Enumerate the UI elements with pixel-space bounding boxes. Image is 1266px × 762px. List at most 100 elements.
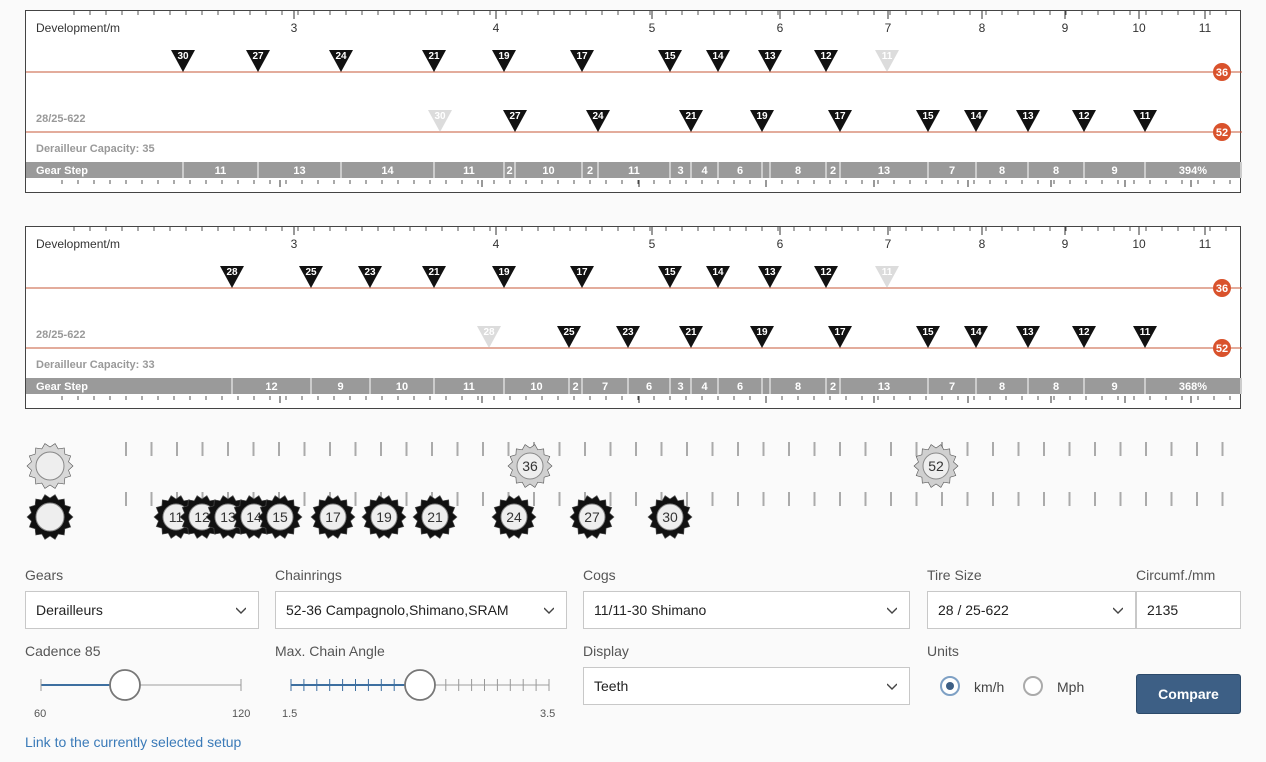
cog-marker[interactable]: 11 — [1133, 326, 1157, 348]
cog-marker[interactable]: 21 — [679, 110, 703, 132]
gear-chart-2: 3 4 5 6 7 8 9 10 11Development/m365228 25 23 21 19 17… — [26, 227, 1242, 410]
cog-icon[interactable]: 21 — [412, 495, 458, 539]
units-kmh-radio[interactable] — [940, 676, 960, 696]
cog-marker[interactable]: 23 — [358, 266, 382, 288]
cog-marker[interactable]: 19 — [750, 326, 774, 348]
chain-angle-slider-handle[interactable] — [404, 669, 436, 701]
svg-text:17: 17 — [834, 327, 846, 338]
cog-marker[interactable]: 15 — [916, 110, 940, 132]
cog-icon[interactable]: 27 — [569, 495, 615, 539]
cog-marker[interactable]: 21 — [422, 50, 446, 72]
chainring-icon[interactable]: 52 — [913, 444, 959, 488]
display-select[interactable]: Teeth — [583, 667, 910, 705]
cog-marker[interactable]: 14 — [964, 110, 988, 132]
cogs-select[interactable]: 11/11-30 Shimano — [583, 591, 910, 629]
cadence-slider-handle[interactable] — [109, 669, 141, 701]
dev-tick-label: 6 — [777, 21, 784, 35]
cog-marker[interactable]: 30 — [428, 110, 452, 132]
compare-button[interactable]: Compare — [1136, 674, 1241, 714]
cog-marker[interactable]: 23 — [616, 326, 640, 348]
gear-step-value: 14 — [381, 165, 394, 177]
cog-marker[interactable]: 13 — [1016, 110, 1040, 132]
cog-marker[interactable]: 13 — [758, 266, 782, 288]
capacity-label: Derailleur Capacity: 35 — [36, 143, 155, 155]
cog-marker[interactable]: 12 — [814, 50, 838, 72]
cog-icon[interactable]: 24 — [491, 495, 537, 539]
cog-marker[interactable]: 28 — [477, 326, 501, 348]
cog-marker[interactable]: 11 — [875, 266, 899, 288]
cog-marker[interactable]: 14 — [964, 326, 988, 348]
cog-marker[interactable]: 24 — [586, 110, 610, 132]
cog-icon[interactable]: 17 — [310, 495, 356, 539]
chainrings-select[interactable]: 52-36 Campagnolo,Shimano,SRAM — [275, 591, 567, 629]
circumf-input[interactable]: 2135 — [1136, 591, 1241, 629]
units-mph-label[interactable]: Mph — [1057, 679, 1084, 695]
gear-step-value: 13 — [878, 381, 890, 393]
svg-text:27: 27 — [509, 111, 521, 122]
speed-tick-label: 15 — [273, 408, 287, 410]
cog-marker[interactable]: 25 — [557, 326, 581, 348]
cog-marker[interactable]: 17 — [828, 326, 852, 348]
gear-step-value: 7 — [949, 165, 955, 177]
svg-text:30: 30 — [177, 51, 189, 62]
cog-marker[interactable]: 21 — [679, 326, 703, 348]
cog-slot-icon[interactable] — [26, 494, 74, 540]
gear-chart-panel-1: 3 4 5 6 7 8 9 10 11 Development/m 36 52 30 27 24 21 19 17… — [25, 10, 1242, 194]
chain-angle-slider[interactable] — [275, 668, 567, 704]
cog-marker[interactable]: 17 — [828, 110, 852, 132]
cog-marker[interactable]: 27 — [503, 110, 527, 132]
cog-marker[interactable]: 19 — [750, 110, 774, 132]
cog-marker[interactable]: 30 — [171, 50, 195, 72]
cog-marker[interactable]: 11 — [875, 50, 899, 72]
cog-marker[interactable]: 19 — [492, 50, 516, 72]
tire-size-select[interactable]: 28 / 25-622 — [927, 591, 1136, 629]
svg-text:25: 25 — [305, 267, 317, 278]
cog-marker[interactable]: 28 — [220, 266, 244, 288]
cog-marker[interactable]: 14 — [706, 50, 730, 72]
dev-tick-label: 9 — [1062, 21, 1069, 35]
cog-marker[interactable]: 21 — [422, 266, 446, 288]
gears-select[interactable]: Derailleurs — [25, 591, 259, 629]
units-kmh-label[interactable]: km/h — [974, 679, 1004, 695]
cog-marker[interactable]: 15 — [916, 326, 940, 348]
gear-step-value: 4 — [701, 381, 708, 393]
cog-marker[interactable]: 17 — [570, 266, 594, 288]
cog-marker[interactable]: 14 — [706, 266, 730, 288]
units-mph-radio[interactable] — [1023, 676, 1043, 696]
cog-marker[interactable]: 24 — [329, 50, 353, 72]
cog-marker[interactable]: 25 — [299, 266, 323, 288]
cog-marker[interactable]: 12 — [814, 266, 838, 288]
cog-marker[interactable]: 13 — [758, 50, 782, 72]
gear-step-label: Gear Step — [36, 165, 88, 177]
cog-icon[interactable]: 19 — [361, 495, 407, 539]
setup-link[interactable]: Link to the currently selected setup — [25, 734, 241, 750]
chainring-icon[interactable]: 36 — [507, 444, 553, 488]
cog-marker[interactable]: 11 — [1133, 110, 1157, 132]
chevron-down-icon — [1113, 607, 1123, 614]
svg-text:14: 14 — [970, 327, 982, 338]
dev-axis-label: Development/m — [36, 21, 120, 35]
svg-text:19: 19 — [756, 111, 768, 122]
tire-size-label: Tire Size — [927, 567, 982, 583]
cog-icon[interactable]: 30 — [647, 495, 693, 539]
gear-step-value: 2 — [572, 381, 578, 393]
svg-text:19: 19 — [756, 327, 768, 338]
chainring-slot-icon[interactable] — [26, 443, 74, 489]
dev-tick-label: 3 — [291, 21, 298, 35]
gear-step-value: 2 — [587, 165, 593, 177]
speed-axis-label: km/h — [36, 408, 62, 410]
cog-marker[interactable]: 13 — [1016, 326, 1040, 348]
cadence-slider[interactable] — [25, 668, 259, 704]
gear-palette[interactable]: 36 5211 12 13 14 15 17 19 21 24 27 30 — [0, 436, 1266, 546]
display-label: Display — [583, 643, 629, 659]
cog-marker[interactable]: 12 — [1072, 326, 1096, 348]
cadence-label: Cadence 85 — [25, 643, 101, 659]
cog-marker[interactable]: 27 — [246, 50, 270, 72]
svg-text:15: 15 — [272, 509, 288, 525]
cog-marker[interactable]: 17 — [570, 50, 594, 72]
cog-marker[interactable]: 15 — [658, 50, 682, 72]
chain-angle-label: Max. Chain Angle — [275, 643, 385, 659]
cog-marker[interactable]: 12 — [1072, 110, 1096, 132]
cog-marker[interactable]: 19 — [492, 266, 516, 288]
cog-marker[interactable]: 15 — [658, 266, 682, 288]
